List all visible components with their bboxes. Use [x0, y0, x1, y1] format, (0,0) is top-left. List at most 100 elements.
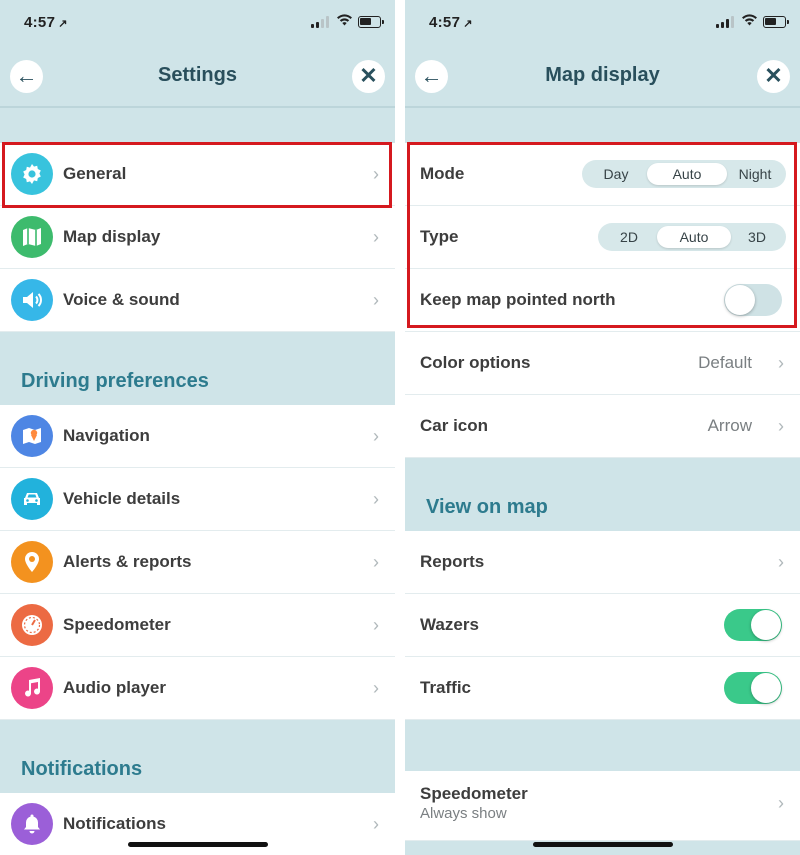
wifi-icon [741, 13, 758, 30]
chevron-right-icon: › [373, 426, 379, 446]
setting-row-speedometer[interactable]: Speedometer Always show › [405, 771, 800, 841]
chevron-right-icon: › [778, 552, 784, 572]
chevron-right-icon: › [778, 353, 784, 373]
alert-pin-icon [11, 541, 53, 583]
settings-item-speedometer[interactable]: Speedometer › [0, 594, 395, 657]
settings-screen: 4:57↗ ← Settings ✕ General › Map displa [0, 0, 395, 855]
home-indicator [533, 842, 673, 847]
setting-row-wazers: Wazers [405, 594, 800, 657]
settings-item-label: Voice & sound [63, 290, 180, 309]
nav-bar: ← Map display ✕ [405, 52, 800, 102]
speaker-icon [11, 279, 53, 321]
mode-option-auto[interactable]: Auto [647, 163, 727, 185]
nav-bar: ← Settings ✕ [0, 52, 395, 102]
type-segmented-control[interactable]: 2D Auto 3D [598, 223, 786, 251]
status-time: 4:57 ↗ [24, 14, 68, 31]
color-options-label: Color options [420, 353, 531, 372]
cellular-signal-icon [716, 16, 734, 28]
section-header-notifications: Notifications [21, 758, 143, 780]
keep-north-label: Keep map pointed north [420, 290, 616, 309]
section-header-view-on-map: View on map [426, 496, 548, 518]
cellular-signal-icon [311, 16, 329, 28]
speedometer-sublabel: Always show [420, 805, 507, 822]
wazers-toggle[interactable] [724, 609, 782, 641]
status-bar: 4:57 ↗ [0, 0, 395, 44]
status-bar: 4:57 ↗ [405, 0, 800, 44]
page-title: Map display [545, 64, 660, 86]
speedometer-label: Speedometer [420, 784, 528, 803]
color-options-value: Default [698, 353, 752, 372]
comparison-screenshot: 4:57↗ ← Settings ✕ General › Map displa [0, 0, 800, 855]
type-option-3d[interactable]: 3D [731, 226, 783, 248]
setting-row-keep-north: Keep map pointed north [405, 269, 800, 332]
chevron-right-icon: › [373, 552, 379, 572]
bell-icon [11, 803, 53, 845]
type-option-2d[interactable]: 2D [601, 226, 657, 248]
mode-option-day[interactable]: Day [585, 163, 647, 185]
setting-row-traffic: Traffic [405, 657, 800, 720]
music-note-icon [11, 667, 53, 709]
car-icon-label: Car icon [420, 416, 489, 435]
car-icon-value: Arrow [707, 416, 752, 435]
settings-item-label: Map display [63, 227, 161, 246]
chevron-right-icon: › [373, 489, 379, 509]
toggle-knob [751, 610, 781, 640]
settings-item-alerts-reports[interactable]: Alerts & reports › [0, 531, 395, 594]
toggle-knob [725, 285, 755, 315]
settings-item-label: Speedometer [63, 615, 171, 634]
speedometer-icon [11, 604, 53, 646]
nav-divider [0, 106, 395, 108]
home-indicator [128, 842, 268, 847]
map-display-screen: 4:57 ↗ ← Map display ✕ Mode Day Auto Nigh… [405, 0, 800, 855]
screen-divider [395, 0, 405, 855]
type-option-auto[interactable]: Auto [657, 226, 731, 248]
mode-label: Mode [420, 164, 465, 183]
settings-item-label: Audio player [63, 678, 166, 697]
close-button[interactable]: ✕ [352, 60, 385, 93]
chevron-right-icon: › [373, 615, 379, 635]
keep-north-toggle[interactable] [724, 284, 782, 316]
settings-item-vehicle-details[interactable]: Vehicle details › [0, 468, 395, 531]
settings-item-audio-player[interactable]: Audio player › [0, 657, 395, 720]
chevron-right-icon: › [373, 227, 379, 247]
chevron-right-icon: › [373, 814, 379, 834]
traffic-toggle[interactable] [724, 672, 782, 704]
gear-icon [11, 153, 53, 195]
mode-segmented-control[interactable]: Day Auto Night [582, 160, 786, 188]
setting-row-color-options[interactable]: Color options Default › [405, 332, 800, 395]
wifi-icon [336, 13, 353, 30]
battery-icon [358, 16, 384, 28]
setting-row-car-icon[interactable]: Car icon Arrow › [405, 395, 800, 458]
chevron-right-icon: › [373, 164, 379, 184]
car-icon [11, 478, 53, 520]
reports-label: Reports [420, 552, 485, 571]
mode-option-night[interactable]: Night [727, 163, 783, 185]
settings-item-general[interactable]: General › [0, 143, 395, 206]
type-label: Type [420, 227, 459, 246]
nav-divider [405, 106, 800, 108]
settings-item-map-display[interactable]: Map display › [0, 206, 395, 269]
wazers-label: Wazers [420, 615, 479, 634]
close-button[interactable]: ✕ [757, 60, 790, 93]
chevron-right-icon: › [778, 793, 784, 813]
chevron-right-icon: › [778, 416, 784, 436]
settings-item-label: Vehicle details [63, 489, 181, 508]
location-arrow-icon: ↗ [463, 18, 473, 30]
settings-item-voice-sound[interactable]: Voice & sound › [0, 269, 395, 332]
page-title: Settings [158, 64, 237, 86]
setting-row-mode: Mode Day Auto Night [405, 143, 800, 206]
toggle-knob [751, 673, 781, 703]
location-arrow-icon: ↗ [58, 18, 68, 30]
chevron-right-icon: › [373, 290, 379, 310]
settings-item-label: Notifications [63, 814, 166, 833]
status-time: 4:57 ↗ [429, 14, 473, 31]
navigation-icon [11, 415, 53, 457]
section-header-driving-preferences: Driving preferences [21, 370, 209, 392]
setting-row-reports[interactable]: Reports › [405, 531, 800, 594]
settings-item-navigation[interactable]: Navigation › [0, 405, 395, 468]
battery-icon [763, 16, 789, 28]
setting-row-type: Type 2D Auto 3D [405, 206, 800, 269]
settings-item-label: Alerts & reports [63, 552, 192, 571]
settings-item-label: Navigation [63, 426, 150, 445]
settings-item-label: General [63, 164, 127, 183]
